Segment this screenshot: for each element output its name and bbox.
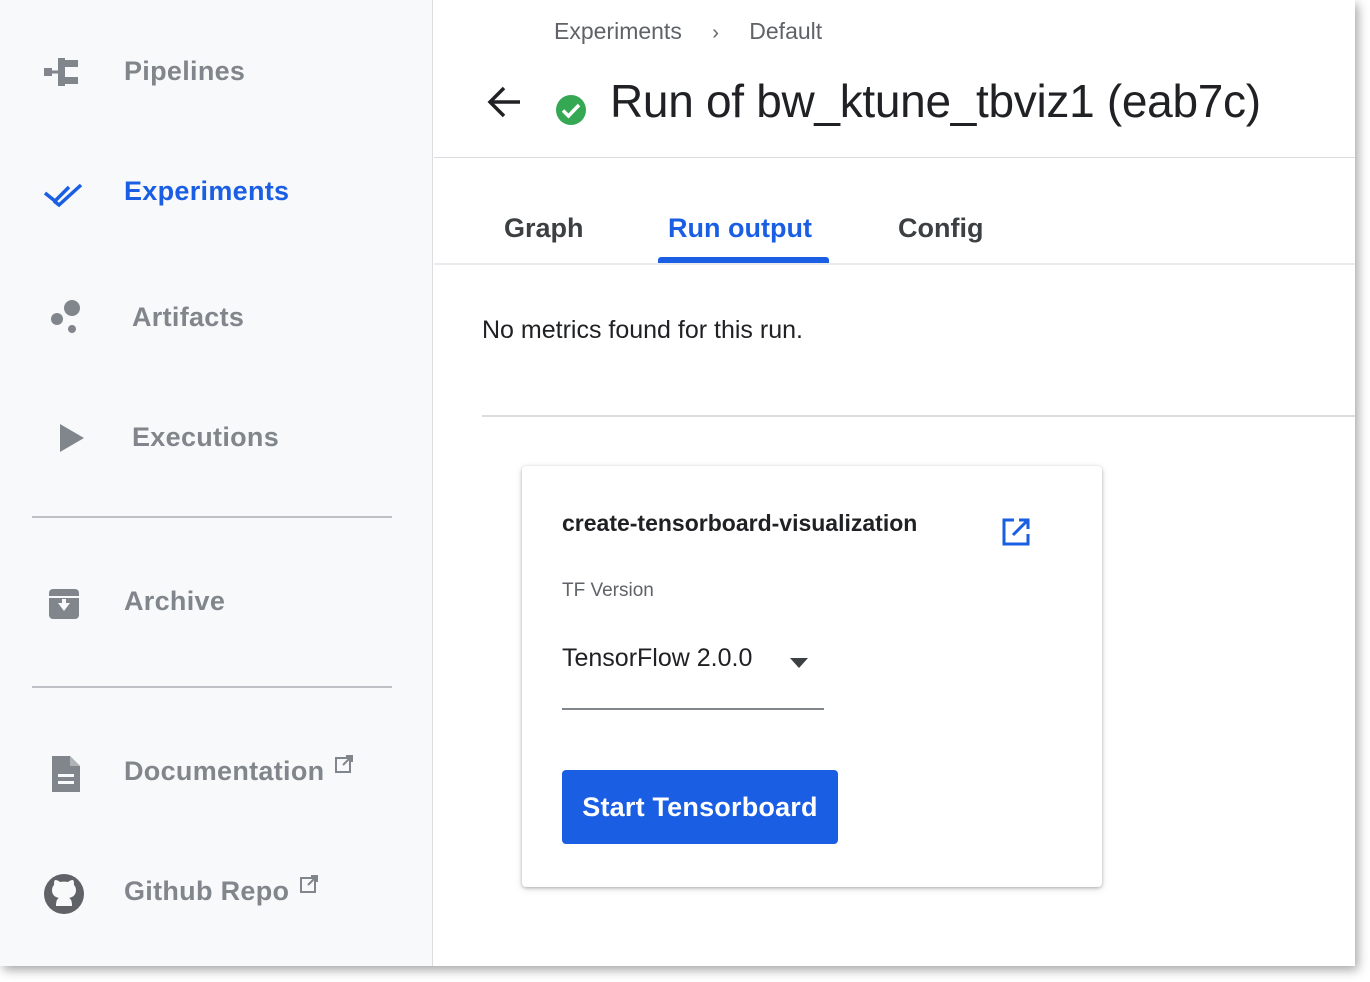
tab-config[interactable]: Config: [898, 213, 983, 244]
tab-bar: Graph Run output Config: [434, 159, 1355, 265]
back-arrow-icon[interactable]: [482, 80, 526, 124]
success-check-icon: [555, 94, 587, 126]
tab-run-output[interactable]: Run output: [668, 213, 812, 244]
active-tab-indicator: [658, 257, 829, 263]
page-title: Run of bw_ktune_tbviz1 (eab7c): [610, 75, 1261, 127]
sidebar-divider: [32, 686, 392, 688]
external-link-icon: [299, 870, 319, 901]
sidebar-item-artifacts[interactable]: Artifacts: [0, 286, 432, 350]
dropdown-arrow-icon: [788, 656, 810, 670]
no-metrics-message: No metrics found for this run.: [482, 316, 803, 344]
tensorboard-visualization-card: create-tensorboard-visualization TF Vers…: [522, 466, 1102, 887]
sidebar-item-label-wrap: Github Repo: [124, 875, 319, 907]
pipelines-icon: [40, 50, 88, 94]
tf-version-select[interactable]: TensorFlow 2.0.0: [562, 632, 824, 710]
sidebar-item-documentation[interactable]: Documentation: [0, 740, 432, 804]
sidebar-item-pipelines[interactable]: Pipelines: [0, 40, 432, 104]
sidebar-item-executions[interactable]: Executions: [0, 406, 432, 470]
breadcrumb-separator-icon: ›: [712, 22, 719, 44]
breadcrumb: Experiments › Default: [554, 18, 822, 45]
start-tensorboard-button[interactable]: Start Tensorboard: [562, 770, 838, 844]
sidebar-item-label: Documentation: [124, 756, 325, 786]
card-title: create-tensorboard-visualization: [562, 510, 918, 536]
sidebar-item-label-wrap: Documentation: [124, 755, 354, 787]
app-window: Pipelines Experiments Artifacts Executio…: [0, 0, 1355, 966]
sidebar-item-label: Artifacts: [132, 302, 245, 332]
tf-version-value: TensorFlow 2.0.0: [562, 644, 753, 672]
sidebar-item-label: Experiments: [124, 176, 290, 206]
experiments-icon: [40, 170, 88, 214]
sidebar-item-label: Github Repo: [124, 876, 290, 906]
tab-graph[interactable]: Graph: [504, 213, 584, 244]
tf-version-label: TF Version: [562, 580, 654, 601]
content-divider: [482, 415, 1355, 417]
github-icon: [40, 870, 88, 914]
sidebar-item-label: Executions: [132, 422, 280, 452]
page-header: Experiments › Default Run of bw_ktune_tb…: [434, 0, 1355, 158]
sidebar-item-label: Archive: [124, 586, 226, 616]
breadcrumb-experiments[interactable]: Experiments: [554, 18, 682, 44]
sidebar-divider: [32, 516, 392, 518]
sidebar-item-archive[interactable]: Archive: [0, 570, 432, 634]
sidebar-item-github-repo[interactable]: Github Repo: [0, 860, 432, 924]
open-in-new-icon[interactable]: [1000, 516, 1032, 548]
sidebar-item-experiments[interactable]: Experiments: [0, 160, 432, 224]
sidebar: Pipelines Experiments Artifacts Executio…: [0, 0, 433, 966]
breadcrumb-default[interactable]: Default: [749, 18, 822, 44]
document-icon: [40, 750, 88, 794]
archive-icon: [40, 580, 88, 624]
external-link-icon: [334, 750, 354, 781]
artifacts-icon: [40, 296, 88, 340]
executions-icon: [40, 416, 88, 460]
sidebar-item-label: Pipelines: [124, 56, 246, 86]
